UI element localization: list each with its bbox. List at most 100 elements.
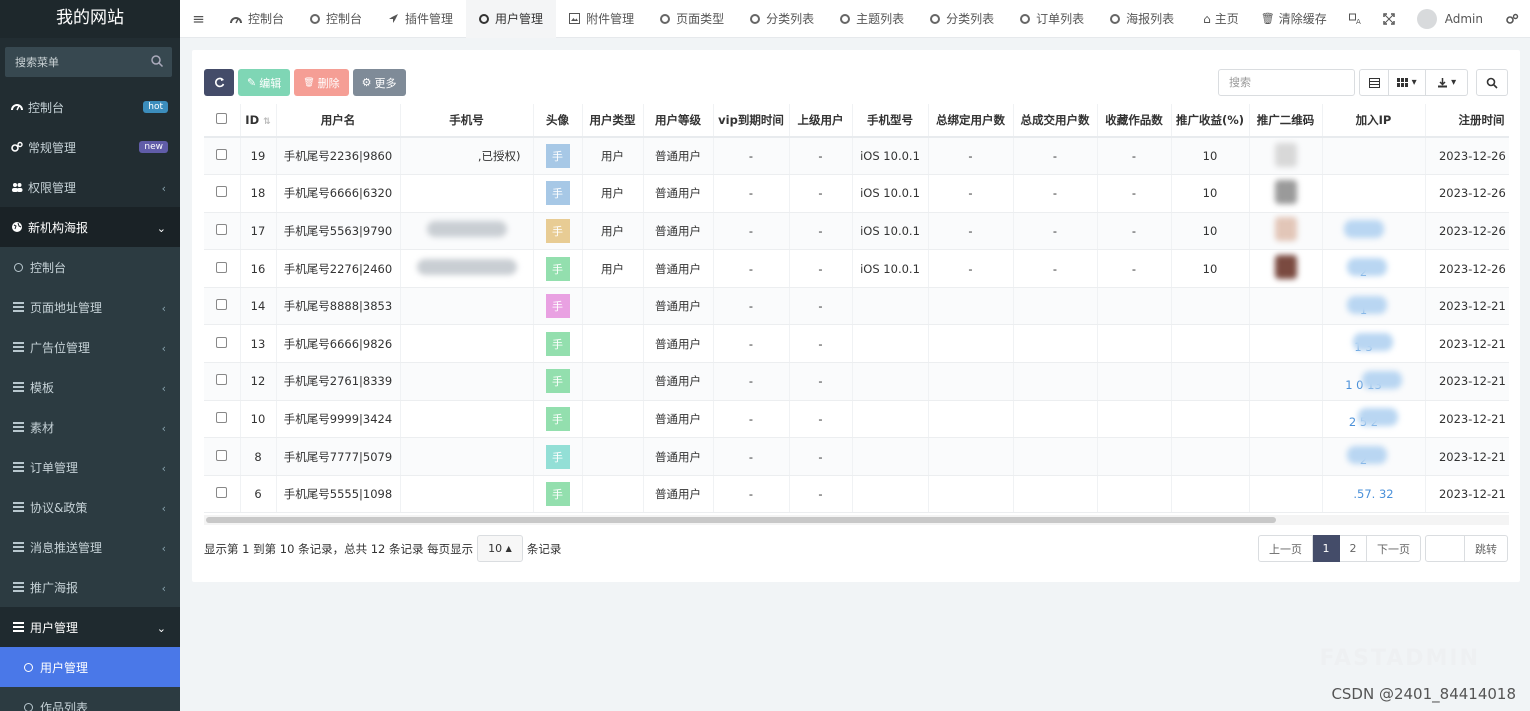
language-icon[interactable]: A — [1338, 0, 1372, 38]
avatar[interactable]: 手 — [545, 444, 570, 469]
home-link[interactable]: ⌂ 主页 — [1192, 0, 1250, 38]
qrcode-image[interactable] — [1274, 179, 1297, 204]
toggle-view-button[interactable] — [1359, 69, 1389, 96]
avatar[interactable]: 手 — [545, 218, 570, 243]
row-checkbox[interactable] — [216, 449, 228, 461]
sidebar-item-dashboard[interactable]: 控制台 hot — [0, 87, 180, 127]
sidebar-item-works[interactable]: 作品列表 — [0, 687, 180, 711]
table-row[interactable]: 18 手机尾号6666|6320 手用户 普通用户 - - iOS 10.0.1- - -10 2… — [204, 174, 1509, 213]
next-page-button[interactable]: 下一页 — [1367, 535, 1421, 562]
settings-icon[interactable] — [1494, 0, 1530, 38]
cell-id: 13 — [240, 324, 277, 364]
sidebar-item-user-list[interactable]: 用户管理 — [0, 647, 180, 687]
page-2-button[interactable]: 2 — [1340, 535, 1367, 562]
page-1-button[interactable]: 1 — [1313, 535, 1340, 562]
table-row[interactable]: 17 手机尾号5563|9790 手用户 普通用户 - - iOS 10.0.1- - -10 2… — [204, 212, 1509, 251]
user-menu[interactable]: Admin — [1406, 0, 1494, 38]
table-row[interactable]: 16 手机尾号2276|2460 手用户 普通用户 - - iOS 10.0.1- - -10 2… — [204, 249, 1509, 288]
tab-order-list[interactable]: 订单列表 — [1007, 0, 1097, 38]
sidebar-item-promo-poster[interactable]: 推广海报 ‹ — [0, 567, 180, 607]
table-row[interactable]: 19 手机尾号2236|9860 ,已授权) 手用户 普通用户 - - iOS 10.0.1-… — [204, 137, 1509, 176]
tab-dashboard[interactable]: 控制台 — [297, 0, 375, 38]
qrcode-image[interactable] — [1274, 217, 1297, 242]
cell-total-deal — [1013, 475, 1098, 514]
tab-theme-list[interactable]: 主题列表 — [827, 0, 917, 38]
cell-total-deal: - — [1013, 174, 1098, 213]
tab-plugins[interactable]: 插件管理 — [375, 0, 466, 38]
sidebar-item-user-mgmt[interactable]: 用户管理 ⌄ — [0, 607, 180, 647]
tab-dashboard-main[interactable]: 控制台 — [217, 0, 297, 38]
avatar[interactable]: 手 — [545, 144, 570, 169]
table-row[interactable]: 13手机尾号6666|9826手普通用户--1 32023-12-21 18 — [204, 324, 1509, 364]
avatar[interactable]: 手 — [545, 331, 570, 356]
tab-attachments[interactable]: 附件管理 — [556, 0, 647, 38]
sidebar-item-ad-slot[interactable]: 广告位管理 ‹ — [0, 327, 180, 367]
sidebar-item-push[interactable]: 消息推送管理 ‹ — [0, 527, 180, 567]
table-row[interactable]: 6手机尾号5555|1098手普通用户--.57. 322023-12-21 1… — [204, 475, 1509, 514]
redacted-phone — [416, 259, 517, 276]
avatar[interactable]: 手 — [545, 482, 570, 507]
sidebar-item-new-poster[interactable]: 新机构海报 ⌄ — [0, 207, 180, 247]
more-button[interactable]: ⚙ 更多 — [352, 69, 406, 96]
columns-button[interactable]: ▾ — [1389, 69, 1426, 96]
qrcode-image[interactable] — [1274, 255, 1297, 280]
jump-button[interactable]: 跳转 — [1465, 535, 1508, 562]
sort-icon: ⇅ — [263, 117, 271, 127]
sidebar-item-general[interactable]: 常规管理 new — [0, 127, 180, 167]
delete-button[interactable]: 🗑 删除 — [294, 69, 349, 96]
prev-page-button[interactable]: 上一页 — [1258, 535, 1313, 562]
fullscreen-icon[interactable] — [1372, 0, 1406, 38]
sidebar-item-template[interactable]: 模板 ‹ — [0, 367, 180, 407]
row-checkbox[interactable] — [216, 487, 228, 499]
hamburger-icon[interactable]: ≡ — [180, 10, 217, 28]
row-checkbox[interactable] — [216, 149, 228, 161]
row-checkbox[interactable] — [216, 261, 228, 273]
table-row[interactable]: 10手机尾号9999|3424手普通用户--2 5 22023-12-21 17 — [204, 400, 1509, 439]
select-all-checkbox[interactable] — [216, 113, 228, 124]
tab-category-list-2[interactable]: 分类列表 — [917, 0, 1007, 38]
jump-page-input[interactable] — [1425, 535, 1465, 562]
row-checkbox[interactable] — [216, 374, 228, 386]
brand-title[interactable]: 我的网站 — [0, 0, 180, 38]
sidebar-item-material[interactable]: 素材 ‹ — [0, 407, 180, 447]
edit-button[interactable]: ✎ 编辑 — [238, 69, 291, 96]
row-checkbox[interactable] — [216, 223, 228, 235]
table-row[interactable]: 14手机尾号8888|3853手普通用户--12023-12-21 18 — [204, 287, 1509, 326]
row-checkbox[interactable] — [216, 299, 228, 311]
sidebar-item-orders[interactable]: 订单管理 ‹ — [0, 447, 180, 487]
page-size-select[interactable]: 10 ▲ — [477, 535, 523, 562]
horizontal-scrollbar[interactable] — [206, 517, 1276, 523]
table-search-input[interactable] — [1218, 69, 1355, 96]
cell-user-level: 普通用户 — [643, 249, 714, 288]
table-row[interactable]: 12手机尾号2761|8339手普通用户--1 0 132023-12-21 1… — [204, 362, 1509, 401]
avatar[interactable]: 手 — [545, 181, 570, 206]
sidebar-search-input[interactable] — [5, 47, 172, 77]
ip-link[interactable]: .57. 32 — [1353, 487, 1393, 501]
avatar[interactable]: 手 — [545, 369, 570, 394]
refresh-button[interactable] — [204, 69, 234, 96]
cell-promo-qrcode — [1249, 249, 1323, 288]
export-button[interactable]: ▾ — [1426, 69, 1468, 96]
qrcode-image[interactable] — [1274, 142, 1297, 167]
sidebar-item-page-address[interactable]: 页面地址管理 ‹ — [0, 287, 180, 327]
clear-cache-button[interactable]: 🗑 清除缓存 — [1250, 0, 1338, 38]
tab-page-type[interactable]: 页面类型 — [647, 0, 737, 38]
avatar[interactable]: 手 — [545, 294, 570, 319]
row-checkbox[interactable] — [216, 336, 228, 348]
sidebar-item-sub-dashboard[interactable]: 控制台 — [0, 247, 180, 287]
tab-poster-list[interactable]: 海报列表 — [1097, 0, 1187, 38]
table-row[interactable]: 8手机尾号7777|5079手普通用户--22023-12-21 17 — [204, 437, 1509, 476]
avatar[interactable]: 手 — [545, 256, 570, 281]
sidebar-item-policy[interactable]: 协议&政策 ‹ — [0, 487, 180, 527]
table-search-button[interactable] — [1476, 69, 1508, 96]
col-header-id[interactable]: ID ⇅ — [240, 104, 277, 138]
tab-user-management[interactable]: 用户管理 — [466, 0, 557, 38]
cell-user-type — [582, 437, 644, 476]
row-checkbox[interactable] — [216, 186, 228, 198]
sidebar-item-permissions[interactable]: 权限管理 ‹ — [0, 167, 180, 207]
tab-category-list[interactable]: 分类列表 — [737, 0, 827, 38]
search-icon[interactable] — [150, 54, 164, 68]
row-checkbox[interactable] — [216, 411, 228, 423]
cell-username: 手机尾号9999|3424 — [276, 400, 401, 439]
avatar[interactable]: 手 — [545, 406, 570, 431]
